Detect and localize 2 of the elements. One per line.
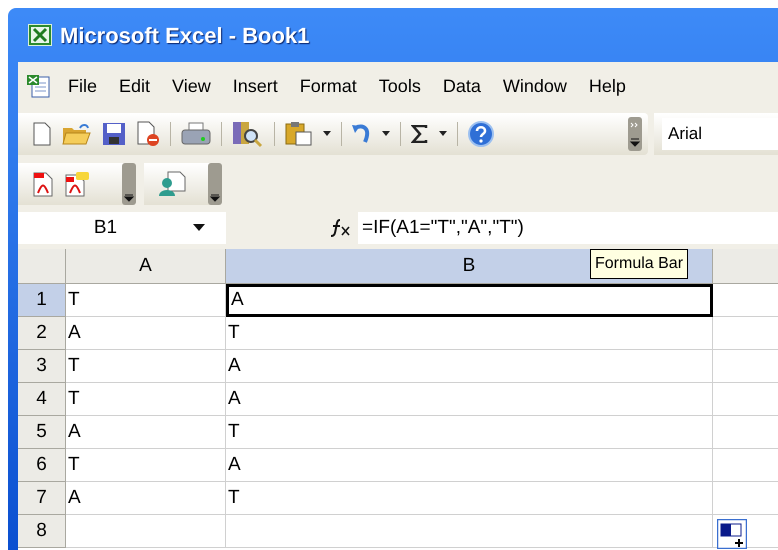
window-title: Microsoft Excel - Book1 [60,22,310,50]
tooltip: Formula Bar [590,249,688,279]
